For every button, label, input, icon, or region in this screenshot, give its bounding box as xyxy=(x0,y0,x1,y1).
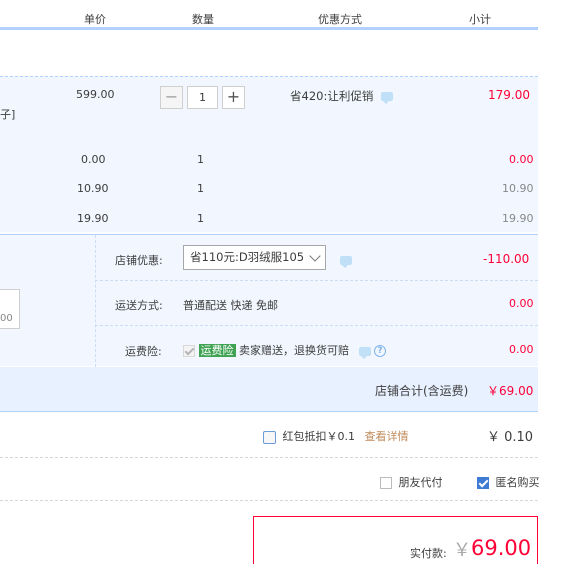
row-price: 10.90 xyxy=(77,182,109,195)
row-subtotal: 10.90 xyxy=(502,182,534,195)
header-subtotal: 小计 xyxy=(469,13,491,26)
shop-total-label: 店铺合计(含运费) xyxy=(375,384,469,398)
item-title-fragment: 子] xyxy=(0,108,16,121)
message-counter: 00 xyxy=(0,313,13,324)
shipping-value: 普通配送 快递 免邮 xyxy=(183,299,278,312)
chevron-down-icon xyxy=(309,250,321,262)
message-input[interactable]: 00 xyxy=(0,289,20,329)
shop-total-bar: 店铺合计(含运费) ￥69.00 xyxy=(0,367,538,412)
shop-total-value: ￥69.00 xyxy=(487,384,534,398)
coupon-select-value: 省110元:D羽绒服105 xyxy=(190,250,305,264)
insurance-row: 运费险 卖家赠送，退换货可赔 ? xyxy=(183,342,386,359)
pay-amount: 69.00 xyxy=(471,536,532,560)
header-discount-method: 优惠方式 xyxy=(318,13,362,26)
coupon-select[interactable]: 省110元:D羽绒服105 xyxy=(183,245,326,270)
chat-icon[interactable] xyxy=(358,346,371,359)
pay-label: 实付款: xyxy=(410,547,447,560)
coupon-amount: -110.00 xyxy=(483,252,530,266)
redpacket-checkbox[interactable] xyxy=(263,430,276,444)
shipping-label: 运送方式: xyxy=(115,299,163,312)
insurance-badge: 运费险 xyxy=(198,344,236,357)
row-subtotal: 0.00 xyxy=(509,153,534,166)
divider xyxy=(0,500,538,501)
friend-pay-option[interactable]: 朋友代付 xyxy=(380,474,443,490)
row-qty: 1 xyxy=(197,212,204,225)
anonymous-label: 匿名购买 xyxy=(495,476,540,489)
chat-icon[interactable] xyxy=(340,255,352,268)
row-qty: 1 xyxy=(197,153,204,166)
friend-pay-label: 朋友代付 xyxy=(398,476,443,489)
item-promo-text: 省420:让利促销 xyxy=(290,89,374,103)
redpacket-label: 红包抵扣￥0.1 xyxy=(282,430,356,443)
redpacket-row: 红包抵扣￥0.1 查看详情 xyxy=(263,428,409,444)
insurance-checkbox[interactable] xyxy=(183,345,195,357)
divider xyxy=(95,235,96,367)
insurance-text: 卖家赠送，退换货可赔 xyxy=(239,344,349,357)
divider xyxy=(0,457,538,458)
row-price: 19.90 xyxy=(77,212,109,225)
redpacket-amount: ￥ 0.10 xyxy=(487,430,534,445)
cart-item: 子] 599.00 省420:让利促销 179.00 0.00 1 0.00 1… xyxy=(0,76,538,232)
insurance-label: 运费险: xyxy=(125,345,162,358)
cart-header: 单价 数量 优惠方式 小计 xyxy=(0,0,538,30)
row-price: 0.00 xyxy=(81,153,106,166)
redpacket-detail-link[interactable]: 查看详情 xyxy=(365,430,409,443)
increase-button[interactable]: + xyxy=(222,86,245,109)
quantity-input[interactable]: 1 xyxy=(187,86,218,109)
row-subtotal: 19.90 xyxy=(502,212,534,225)
friend-pay-checkbox[interactable] xyxy=(380,477,392,489)
shipping-amount: 0.00 xyxy=(509,297,534,310)
coupon-chat xyxy=(340,253,352,268)
header-quantity: 数量 xyxy=(192,13,214,26)
header-unit-price: 单价 xyxy=(84,13,106,26)
anonymous-checkbox[interactable] xyxy=(477,477,489,489)
divider xyxy=(95,325,538,326)
item-subtotal: 179.00 xyxy=(488,88,530,102)
pay-currency: ￥ xyxy=(453,540,471,561)
help-icon[interactable]: ? xyxy=(374,345,386,357)
insurance-amount: 0.00 xyxy=(509,343,534,356)
item-promo: 省420:让利促销 xyxy=(290,88,393,104)
coupon-label: 店铺优惠: xyxy=(115,254,163,267)
anonymous-option[interactable]: 匿名购买 xyxy=(477,474,540,490)
chat-icon[interactable] xyxy=(380,92,393,104)
divider xyxy=(95,280,538,281)
row-qty: 1 xyxy=(197,182,204,195)
payment-summary: 实付款: ￥ 69.00 xyxy=(253,516,538,564)
decrease-button[interactable]: − xyxy=(160,86,183,109)
item-price: 599.00 xyxy=(76,88,115,101)
